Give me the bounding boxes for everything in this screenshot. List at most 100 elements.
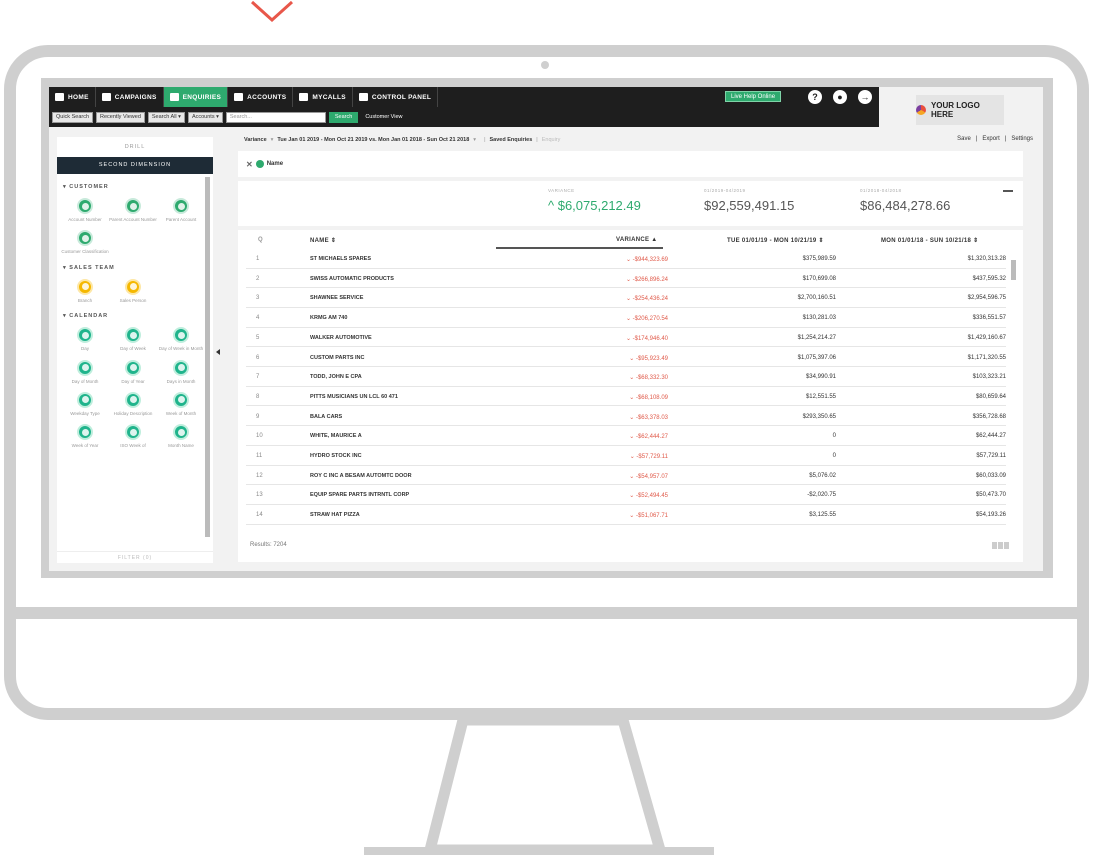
dimension-icon (125, 359, 141, 376)
search-icon[interactable]: Q (258, 237, 263, 243)
dimension-icon (77, 198, 93, 214)
filter-footer[interactable]: FILTER (0) (57, 551, 213, 563)
main-panel: Variance ▾ Tue Jan 01 2019 - Mon Oct 21 … (226, 129, 1043, 571)
nav-enquiries[interactable]: ENQUIRIES (163, 87, 229, 107)
help-icon[interactable]: ? (808, 90, 822, 104)
dimension-item[interactable]: Weekday Type (61, 391, 109, 416)
row-name: EQUIP SPARE PARTS INTRNTL CORP (310, 492, 410, 499)
save-button[interactable]: Save (957, 136, 971, 142)
quick-search-button[interactable]: Quick Search (52, 111, 94, 123)
view-icon[interactable] (1004, 542, 1009, 549)
row-period2: $60,033.09 (975, 472, 1006, 479)
header-period1[interactable]: TUE 01/01/19 - MON 10/21/19 ⇕ (727, 237, 824, 244)
dimension-item[interactable]: Customer Classification (61, 230, 109, 254)
close-icon[interactable]: ✕ (246, 160, 253, 169)
search-button[interactable]: Search (328, 111, 359, 123)
search-bar: Quick Search Recently Viewed Search All … (49, 107, 879, 127)
second-dimension-button[interactable]: SECOND DIMENSION (57, 157, 213, 174)
table-row[interactable]: 4 KRMG AM 740 ⌄ -$206,270.54 $130,281.03 $33… (246, 308, 1006, 328)
collapse-sidebar-icon[interactable] (216, 349, 220, 355)
table-row[interactable]: 11 HYDRO STOCK INC ⌄ -$57,729.11 0 $57,729.1… (246, 446, 1006, 466)
dimension-item[interactable]: Days in Month (157, 359, 205, 384)
dimension-label: ISO Week of (120, 443, 146, 449)
accounts-dropdown[interactable]: Accounts ▾ (187, 111, 223, 123)
dimension-item[interactable]: Day (61, 327, 109, 351)
row-period2: $1,320,313.28 (967, 256, 1006, 262)
customer-view-link[interactable]: Customer View (365, 114, 402, 120)
logout-icon[interactable]: → (858, 90, 872, 104)
nav-home[interactable]: HOME (49, 87, 96, 107)
nav-campaigns[interactable]: CAMPAIGNS (96, 87, 164, 107)
dropdown-arrow-icon[interactable]: ▾ (473, 137, 476, 143)
live-help-button[interactable]: Live Help Online (725, 91, 782, 102)
recently-viewed-button[interactable]: Recently Viewed (96, 111, 145, 123)
scroll-thumb[interactable] (1011, 260, 1016, 280)
dimension-label: Day of Month (71, 378, 99, 384)
row-period1: $293,350.65 (802, 413, 836, 420)
table-row[interactable]: 6 CUSTOM PARTS INC ⌄ -$95,923.49 $1,075,397… (246, 348, 1006, 367)
search-all-dropdown[interactable]: Search All ▾ (147, 111, 185, 123)
monitor-base (364, 847, 714, 855)
table-row[interactable]: 5 WALKER AUTOMOTIVE ⌄ -$174,946.40 $1,254,2… (246, 328, 1006, 348)
dimension-item[interactable]: Week of Month (157, 391, 205, 416)
table-row[interactable]: 7 TODD, JOHN E CPA ⌄ -$68,332.30 $34,990.91… (246, 367, 1006, 387)
dimension-item[interactable]: Day of Week in Month (157, 327, 205, 351)
dimension-item[interactable]: Parent Account Number (109, 198, 157, 222)
table-row[interactable]: 9 BALA CARS ⌄ -$63,378.03 $293,350.65 $356,7… (246, 407, 1006, 427)
table-row[interactable]: 14 STRAW HAT PIZZA ⌄ -$51,067.71 $3,125.55 $… (246, 505, 1006, 525)
dimension-item[interactable]: Account Number (61, 198, 109, 222)
table-row[interactable]: 12 ROY C INC A BESAM AUTOMTC DOOR ⌄ -$54,9… (246, 466, 1006, 486)
dimension-item[interactable]: Branch (61, 278, 109, 303)
dimension-item[interactable]: Day of Month (61, 359, 109, 384)
view-icon[interactable] (992, 542, 997, 549)
separator: | (1004, 136, 1007, 142)
header-period2[interactable]: MON 01/01/18 - SUN 10/21/18 ⇕ (881, 237, 978, 244)
dimension-item[interactable]: Holiday Description (109, 391, 157, 416)
settings-button[interactable]: Settings (1011, 136, 1033, 142)
chevron-down-icon (250, 0, 294, 22)
summary-panel: VARIANCE ^ $6,075,212.49 01/2019-04/2019… (238, 181, 1023, 226)
table-row[interactable]: 1 ST MICHAELS SPARES ⌄ -$944,323.69 $375,98… (246, 249, 1006, 269)
bank-icon (234, 93, 244, 101)
nav-accounts[interactable]: ACCOUNTS (228, 87, 294, 107)
dimension-item[interactable]: Month Name (157, 424, 205, 448)
table-scrollbar[interactable] (1011, 252, 1016, 522)
variance-dropdown[interactable]: Variance (244, 137, 267, 143)
search-input[interactable]: Search... (225, 111, 326, 123)
collapse-summary-icon[interactable] (1003, 190, 1013, 192)
table-row[interactable]: 10 WHITE, MAURICE A ⌄ -$62,444.27 0 $62,444.… (246, 426, 1006, 446)
nav-control-panel[interactable]: CONTROL PANEL (353, 87, 439, 107)
date-range[interactable]: Tue Jan 01 2019 - Mon Oct 21 2019 vs. Mo… (277, 137, 469, 143)
dimension-item[interactable]: Week of Year (61, 424, 109, 448)
results-table: Q NAME ⇕ VARIANCE ▲ TUE 01/01/19 - MON 1… (238, 230, 1023, 562)
dimension-item[interactable]: Day of Week (109, 327, 157, 351)
dimension-item[interactable]: Parent Account (157, 198, 205, 222)
user-icon[interactable]: ● (833, 90, 847, 104)
table-row[interactable]: 13 EQUIP SPARE PARTS INTRNTL CORP ⌄ -$52,4… (246, 485, 1006, 505)
dimension-item[interactable]: ISO Week of (109, 424, 157, 448)
row-number: 5 (256, 334, 260, 341)
nav-mycalls[interactable]: MYCALLS (293, 87, 353, 107)
table-row[interactable]: 2 SWISS AUTOMATIC PRODUCTS ⌄ -$266,896.24 $… (246, 269, 1006, 289)
header-name[interactable]: NAME ⇕ (310, 237, 336, 244)
dropdown-arrow-icon[interactable]: ▾ (271, 137, 274, 143)
table-row[interactable]: 3 SHAWNEE SERVICE ⌄ -$254,436.24 $2,700,160… (246, 288, 1006, 308)
export-button[interactable]: Export (982, 136, 999, 142)
row-period2: $62,444.27 (975, 433, 1006, 440)
row-variance: ⌄ -$63,378.03 (629, 414, 668, 421)
sidebar-scrollbar[interactable] (205, 177, 210, 537)
dimension-label: Week of Month (165, 410, 197, 416)
saved-enquiries-link[interactable]: Saved Enquiries (490, 137, 533, 143)
dimension-item[interactable]: Sales Person (109, 278, 157, 303)
table-row[interactable]: 8 PITTS MUSICIANS UN LCL 60 471 ⌄ -$68,108… (246, 387, 1006, 407)
dimension-chip-label[interactable]: Name (267, 161, 283, 167)
dimension-icon (125, 198, 141, 214)
dimension-item[interactable]: Day of Year (109, 359, 157, 384)
view-icon[interactable] (998, 542, 1003, 549)
view-toggle[interactable] (992, 542, 1009, 549)
row-period2: $2,954,596.75 (967, 295, 1006, 302)
top-navigation: HOME CAMPAIGNS ENQUIRIES ACCOUNTS MYCALL… (49, 87, 879, 107)
period1-caption: 01/2019-04/2019 (704, 188, 746, 193)
header-variance[interactable]: VARIANCE ▲ (616, 237, 658, 243)
enquiry-link[interactable]: Enquiry (542, 137, 561, 143)
